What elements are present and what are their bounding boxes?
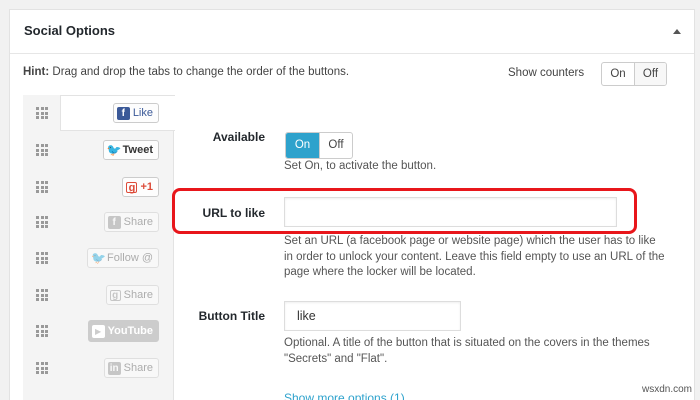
youtube-button-preview[interactable]: ▶ YouTube [87,320,159,342]
linkedin-share-button-preview[interactable]: in Share [103,358,159,378]
twitter-follow-button-preview[interactable]: 🐦 Follow @ [86,248,159,268]
available-help-text: Set On, to activate the button. [284,160,437,172]
counters-on-button[interactable]: On [602,63,634,85]
drag-handle-icon[interactable] [36,362,48,374]
drag-handle-icon[interactable] [36,289,48,301]
drag-handle-icon[interactable] [36,107,48,119]
available-on-button[interactable]: On [286,133,319,158]
youtube-play-icon: ▶ [91,324,105,338]
watermark: wsxdn.com [641,384,692,395]
url-to-like-help-text: Set an URL (a facebook page or website p… [284,235,665,278]
facebook-share-button-preview[interactable]: f Share [103,212,159,232]
tab-label: Like [132,107,153,119]
drag-handle-icon[interactable] [36,252,48,264]
twitter-tweet-button-preview[interactable]: 🐦 Tweet [102,140,159,160]
counters-off-button[interactable]: Off [634,63,666,85]
collapse-arrow-icon[interactable] [673,29,681,34]
drag-handle-icon[interactable] [36,181,48,193]
twitter-bird-icon: 🐦 [90,250,106,265]
twitter-bird-icon: 🐦 [106,142,122,157]
button-tabs-column: f Like 🐦 Tweet g +1 f Share 🐦 Follow @ g… [23,95,175,400]
tab-label: Share [123,362,153,374]
tab-label: Share [123,289,153,301]
drag-handle-icon[interactable] [36,325,48,337]
google-share-button-preview[interactable]: g Share [105,285,159,305]
panel-title: Social Options [24,23,116,38]
button-title-label: Button Title [198,309,265,323]
hint-body: Drag and drop the tabs to change the ord… [49,66,350,78]
facebook-icon: f [116,106,130,120]
available-toggle[interactable]: On Off [285,132,353,159]
tab-label: Follow @ [106,252,153,264]
show-more-options-link[interactable]: Show more options (1) [284,391,405,400]
facebook-like-button-preview[interactable]: f Like [112,103,159,123]
linkedin-icon: in [107,361,121,375]
facebook-icon: f [107,215,121,229]
tab-label: Share [123,216,153,228]
hint-row: Hint: Drag and drop the tabs to change t… [23,56,700,86]
button-settings-form: Available On Off Set On, to activate the… [175,95,700,400]
button-title-help-text: Optional. A title of the button that is … [284,337,650,365]
google-plus-icon: g [126,181,138,193]
url-to-like-label: URL to like [202,206,265,220]
button-title-input[interactable] [284,301,461,331]
url-to-like-input[interactable] [284,197,617,227]
google-plus-one-button-preview[interactable]: g +1 [122,177,159,197]
tab-label: +1 [140,181,153,193]
show-counters-label: Show counters [508,67,585,79]
show-counters-toggle[interactable]: On Off [601,62,667,86]
drag-handle-icon[interactable] [36,216,48,228]
panel-header[interactable]: Social Options [10,10,694,54]
hint-text: Hint: Drag and drop the tabs to change t… [23,66,349,78]
available-label: Available [212,130,265,144]
drag-handle-icon[interactable] [36,144,48,156]
tab-label: YouTube [107,325,153,337]
tab-label: Tweet [122,144,153,156]
hint-label: Hint: [23,66,50,78]
available-off-button[interactable]: Off [319,133,352,158]
google-plus-icon: g [109,289,121,301]
